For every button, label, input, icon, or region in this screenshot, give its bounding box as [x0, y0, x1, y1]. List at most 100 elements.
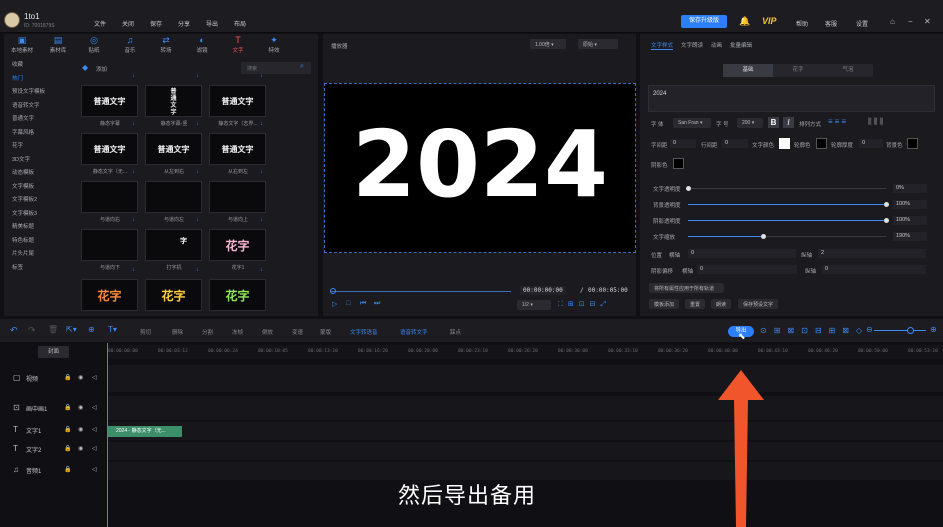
bell-icon[interactable]: 🔔 [739, 16, 750, 27]
eye-icon[interactable]: ◉ [78, 426, 83, 433]
help-link[interactable]: 帮助 [796, 19, 808, 28]
redo-icon[interactable]: ↷ [28, 325, 36, 336]
category-item[interactable]: 精美标题 [4, 222, 76, 236]
user-avatar[interactable] [4, 12, 20, 28]
category-item[interactable]: 文字模板2 [4, 195, 76, 209]
category-item[interactable]: 标签 [4, 263, 76, 277]
text-clip[interactable]: 2024 - 静态文字（无... [108, 426, 182, 437]
category-item[interactable]: 动态模板 [4, 168, 76, 182]
tab-filters[interactable]: ◐ 滤镜 [184, 34, 220, 56]
segment-fancy[interactable]: 花字 [773, 64, 823, 77]
video-track-area[interactable] [107, 365, 943, 392]
slider-value[interactable]: 100% [893, 216, 927, 225]
playback-progress[interactable] [331, 291, 511, 292]
tab-effects[interactable]: ✦ 特效 [256, 34, 292, 56]
player-tool-icons[interactable]: ⛶⊞⊡⊟⤢ [558, 300, 611, 309]
settings-link[interactable]: 设置 [856, 19, 868, 28]
mute-icon[interactable]: ◁ [92, 445, 97, 452]
timeline-tool-icons[interactable]: ⊙⊞⊠⊡⊟⊞⊠◇ [760, 326, 869, 335]
tab-music[interactable]: ♫ 音乐 [112, 34, 148, 56]
menu-close[interactable]: 关闭 [122, 19, 150, 28]
zoom-in-icon[interactable]: ⊕ [930, 325, 937, 334]
tool-reverse[interactable]: 倒放 [262, 328, 273, 336]
cover-button[interactable]: 封面 [38, 346, 69, 358]
mute-icon[interactable]: ◁ [92, 374, 97, 381]
font-select[interactable]: San Fran ▾ [673, 118, 711, 128]
align-icons[interactable]: ≡≡≡ [828, 117, 848, 126]
lock-icon[interactable]: 🔒 [64, 445, 71, 452]
download-icon[interactable]: ↓ [260, 121, 263, 127]
slider-value[interactable]: 190% [893, 232, 927, 241]
tool-speed[interactable]: 变速 [292, 328, 303, 336]
text-template-tile[interactable]: 花字 ↓ [145, 267, 202, 311]
read-button[interactable]: 朗读 [711, 299, 732, 309]
download-icon[interactable]: ↓ [196, 121, 199, 127]
tool-freeze[interactable]: 冻帧 [232, 328, 243, 336]
eye-icon[interactable]: ◉ [78, 445, 83, 452]
pos-y-input[interactable]: 2 [818, 249, 926, 258]
track-header[interactable]: T 文字1 🔒 ◉ ◁ [0, 425, 107, 445]
speed-select[interactable]: 1.00倍 ▾ [530, 39, 566, 49]
char-spacing-input[interactable]: 0 [670, 139, 696, 148]
eye-icon[interactable]: ◉ [78, 374, 83, 381]
progress-knob[interactable] [330, 288, 336, 294]
play-icon[interactable]: ▷ [332, 300, 337, 308]
search-icon[interactable]: ⌕ [300, 63, 304, 71]
category-item[interactable]: 特色标题 [4, 236, 76, 250]
text-template-tile[interactable]: 花字 ↓ [209, 267, 266, 311]
tab-media-library[interactable]: ▤ 素材库 [40, 34, 76, 56]
tool-cut[interactable]: 剪切 [140, 328, 151, 336]
category-item[interactable]: 收藏 [4, 60, 76, 74]
lock-icon[interactable]: 🔒 [64, 466, 71, 473]
category-item[interactable]: 文字模板 [4, 182, 76, 196]
slider-knob[interactable] [884, 202, 889, 207]
text2-track-area[interactable] [107, 442, 943, 460]
playhead[interactable] [107, 343, 108, 527]
text-template-tile[interactable]: 普通文字 ↓ [209, 73, 266, 117]
mute-icon[interactable]: ◁ [92, 426, 97, 433]
tab-text-read[interactable]: 文字朗读 [681, 41, 703, 50]
category-item[interactable]: 语音转文字 [4, 101, 76, 115]
tab-text-style[interactable]: 文字样式 [651, 41, 674, 50]
text-template-tile[interactable]: 花字 ↓ [81, 267, 138, 311]
text-tool-icon[interactable]: T▾ [108, 325, 117, 334]
track-header[interactable]: ♫ 音频1 🔒 ◁ [0, 465, 107, 485]
download-icon[interactable]: ↓ [196, 169, 199, 175]
vertical-align-icons[interactable]: ⫼⫼⫼ [868, 117, 885, 127]
download-icon[interactable]: ↓ [132, 169, 135, 175]
undo-icon[interactable]: ↶ [10, 325, 18, 336]
select-icon[interactable]: ⇱▾ [66, 325, 77, 334]
tool-beat[interactable]: 踩点 [450, 328, 461, 336]
text-template-tile[interactable]: 普通文字 ↓ [81, 121, 138, 165]
text1-track-area[interactable] [107, 422, 943, 440]
text-template-tile[interactable]: 字 ↓ [145, 217, 202, 261]
slider-knob[interactable] [884, 218, 889, 223]
category-item[interactable]: 字幕风格 [4, 128, 76, 142]
download-icon[interactable]: ↓ [132, 73, 135, 79]
download-icon[interactable]: ↓ [196, 267, 199, 273]
outline-width-input[interactable]: 0 [859, 139, 883, 148]
category-item[interactable]: 普通文字 [4, 114, 76, 128]
download-icon[interactable]: ↓ [132, 267, 135, 273]
tool-mask[interactable]: 蒙版 [320, 328, 331, 336]
category-item[interactable]: 文字模板3 [4, 209, 76, 223]
line-spacing-input[interactable]: 0 [722, 139, 748, 148]
scale-select[interactable]: 1/2 ▾ [517, 300, 551, 310]
category-item[interactable]: 3D文字 [4, 155, 76, 169]
outline-color-swatch[interactable] [816, 138, 827, 149]
tab-stickers[interactable]: ◎ 贴纸 [76, 34, 112, 56]
shadow-y-input[interactable]: 0 [822, 265, 926, 274]
save-preset-button[interactable]: 保存预设文字 [738, 299, 779, 309]
reset-button[interactable]: 重置 [685, 299, 706, 309]
menu-export[interactable]: 导出 [206, 19, 234, 28]
tab-local-media[interactable]: ▣ 本地素材 [4, 34, 40, 56]
eye-icon[interactable]: ◉ [78, 404, 83, 411]
text-template-tile[interactable]: 花字 ↓ [209, 217, 266, 261]
tool-stt[interactable]: 语音转文字 [400, 328, 428, 336]
current-time[interactable]: 00:00:00:00 [520, 286, 566, 295]
text-color-swatch[interactable] [779, 138, 790, 149]
upgrade-button[interactable]: 保存升级版 [681, 15, 727, 28]
minimize-icon[interactable]: − [908, 17, 913, 26]
prev-frame-icon[interactable]: ⏮ [360, 300, 366, 308]
menu-layout[interactable]: 布局 [234, 19, 262, 28]
